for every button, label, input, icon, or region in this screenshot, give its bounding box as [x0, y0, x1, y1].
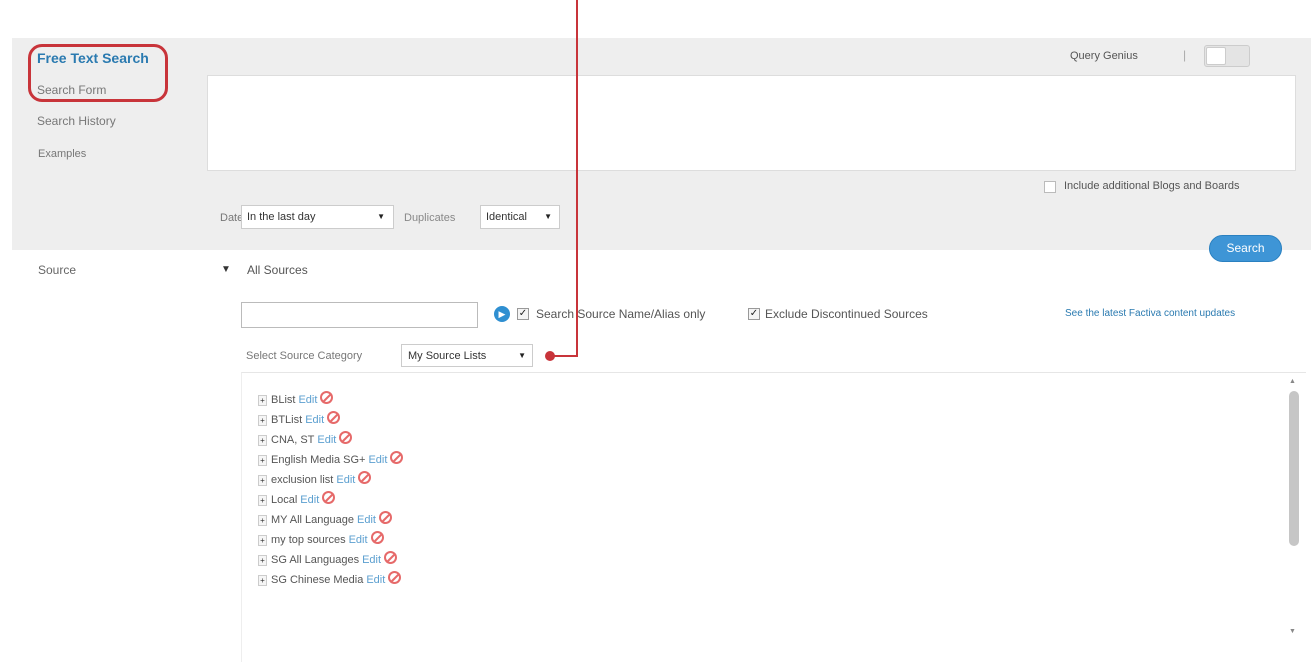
- edit-link[interactable]: Edit: [317, 434, 336, 446]
- date-label: Date: [220, 212, 244, 224]
- source-category-label: Select Source Category: [246, 350, 363, 362]
- exclude-discontinued-checkbox[interactable]: ✓: [748, 308, 760, 320]
- list-item: + English Media SG+ Edit: [258, 451, 404, 471]
- edit-link[interactable]: Edit: [300, 494, 319, 506]
- edit-link[interactable]: Edit: [349, 534, 368, 546]
- source-list-panel: + BList Edit + BTList Edit + CNA, ST Edit + Eng…: [241, 372, 1306, 662]
- all-sources-label[interactable]: All Sources: [247, 263, 308, 277]
- delete-icon[interactable]: [384, 551, 398, 564]
- source-list-name[interactable]: my top sources: [271, 534, 346, 546]
- edit-link[interactable]: Edit: [336, 474, 355, 486]
- source-list: + BList Edit + BTList Edit + CNA, ST Edit + Eng…: [258, 391, 404, 591]
- dropdown-arrow-icon: ▼: [544, 212, 552, 221]
- expand-plus-icon[interactable]: +: [258, 514, 267, 526]
- include-blogs-checkbox[interactable]: [1044, 181, 1056, 193]
- duplicates-select-value: Identical: [486, 211, 527, 223]
- list-item: + exclusion list Edit: [258, 471, 403, 491]
- search-button[interactable]: Search: [1209, 235, 1282, 262]
- toggle-knob: [1206, 47, 1226, 65]
- scrollbar-thumb[interactable]: [1289, 391, 1299, 546]
- expand-plus-icon[interactable]: +: [258, 394, 267, 406]
- list-item: + BList Edit: [258, 391, 403, 411]
- source-list-name[interactable]: BTList: [271, 414, 302, 426]
- source-category-value: My Source Lists: [408, 350, 487, 362]
- expand-plus-icon[interactable]: +: [258, 454, 267, 466]
- dropdown-arrow-icon: ▼: [518, 351, 526, 360]
- source-list-name[interactable]: Local: [271, 494, 297, 506]
- source-search-input[interactable]: [241, 302, 478, 328]
- delete-icon[interactable]: [378, 511, 392, 524]
- source-label: Source: [38, 263, 77, 277]
- source-list-name[interactable]: BList: [271, 394, 295, 406]
- delete-icon[interactable]: [370, 531, 384, 544]
- annotation-highlight-ring: [28, 44, 168, 102]
- source-list-name[interactable]: MY All Language: [271, 514, 354, 526]
- duplicates-select[interactable]: Identical ▼: [480, 205, 560, 229]
- expand-plus-icon[interactable]: +: [258, 554, 267, 566]
- date-select[interactable]: In the last day ▼: [241, 205, 394, 229]
- scroll-down-arrow-icon[interactable]: ▼: [1289, 628, 1296, 635]
- include-blogs-label: Include additional Blogs and Boards: [1064, 180, 1240, 192]
- name-alias-only-label: Search Source Name/Alias only: [536, 307, 706, 321]
- query-genius-label: Query Genius: [1070, 50, 1138, 62]
- delete-icon[interactable]: [388, 571, 402, 584]
- edit-link[interactable]: Edit: [305, 414, 324, 426]
- expand-plus-icon[interactable]: +: [258, 434, 267, 446]
- annotation-callout-dot: [545, 351, 555, 361]
- edit-link[interactable]: Edit: [362, 554, 381, 566]
- delete-icon[interactable]: [390, 451, 404, 464]
- expand-plus-icon[interactable]: +: [258, 414, 267, 426]
- annotation-callout-line: [576, 0, 578, 356]
- expand-plus-icon[interactable]: +: [258, 474, 267, 486]
- free-text-query-input[interactable]: [207, 75, 1296, 171]
- duplicates-label: Duplicates: [404, 212, 456, 224]
- list-item: + CNA, ST Edit: [258, 431, 403, 451]
- dropdown-arrow-icon: ▼: [377, 212, 385, 221]
- collapse-triangle-icon[interactable]: ▼: [221, 264, 231, 275]
- nav-examples[interactable]: Examples: [38, 148, 86, 160]
- list-item: + SG Chinese Media Edit: [258, 571, 403, 591]
- delete-icon[interactable]: [320, 391, 334, 404]
- delete-icon[interactable]: [322, 491, 336, 504]
- content-updates-link[interactable]: See the latest Factiva content updates: [1065, 308, 1235, 319]
- list-item: + BTList Edit: [258, 411, 403, 431]
- source-category-select[interactable]: My Source Lists ▼: [401, 344, 533, 367]
- list-item: + SG All Languages Edit: [258, 551, 403, 571]
- scroll-up-arrow-icon[interactable]: ▲: [1289, 378, 1296, 385]
- expand-plus-icon[interactable]: +: [258, 494, 267, 506]
- query-genius-separator: |: [1183, 48, 1187, 62]
- query-genius-toggle[interactable]: [1204, 45, 1250, 67]
- go-arrow-icon[interactable]: ▶: [494, 306, 510, 322]
- source-list-name[interactable]: SG All Languages: [271, 554, 359, 566]
- exclude-discontinued-label: Exclude Discontinued Sources: [765, 307, 928, 321]
- name-alias-only-checkbox[interactable]: ✓: [517, 308, 529, 320]
- delete-icon[interactable]: [327, 411, 341, 424]
- edit-link[interactable]: Edit: [368, 454, 387, 466]
- list-item: + my top sources Edit: [258, 531, 403, 551]
- source-list-name[interactable]: CNA, ST: [271, 434, 314, 446]
- source-list-name[interactable]: SG Chinese Media: [271, 574, 363, 586]
- edit-link[interactable]: Edit: [298, 394, 317, 406]
- source-list-name[interactable]: exclusion list: [271, 474, 333, 486]
- delete-icon[interactable]: [339, 431, 353, 444]
- expand-plus-icon[interactable]: +: [258, 574, 267, 586]
- source-list-name[interactable]: English Media SG+: [271, 454, 365, 466]
- list-item: + Local Edit: [258, 491, 403, 511]
- expand-plus-icon[interactable]: +: [258, 534, 267, 546]
- edit-link[interactable]: Edit: [366, 574, 385, 586]
- edit-link[interactable]: Edit: [357, 514, 376, 526]
- list-item: + MY All Language Edit: [258, 511, 403, 531]
- date-select-value: In the last day: [247, 211, 316, 223]
- delete-icon[interactable]: [358, 471, 372, 484]
- nav-search-history[interactable]: Search History: [37, 114, 116, 128]
